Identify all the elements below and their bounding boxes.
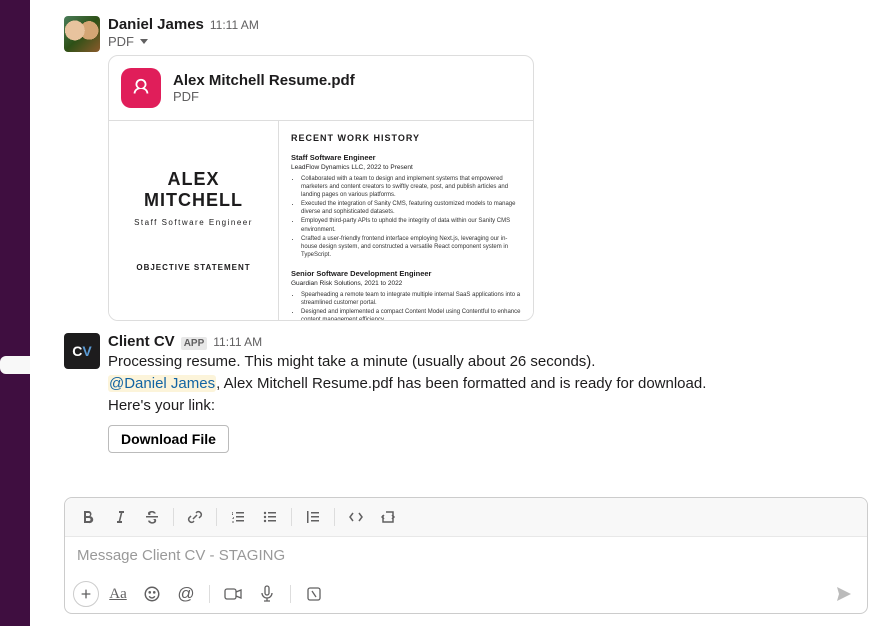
composer-actions: Aa @: [65, 575, 867, 613]
file-card-header: Alex Mitchell Resume.pdf PDF: [109, 56, 533, 120]
author-name[interactable]: Daniel James: [108, 16, 204, 33]
app-badge: APP: [181, 337, 208, 350]
avatar[interactable]: CV: [64, 333, 100, 369]
bold-button[interactable]: [73, 502, 103, 532]
toolbar-separator: [290, 585, 291, 603]
job-title: Senior Software Development Engineer: [291, 269, 521, 278]
text-line: Processing resume. This might take a min…: [108, 351, 868, 373]
ordered-list-button[interactable]: [223, 502, 253, 532]
message-text: Processing resume. This might take a min…: [108, 351, 868, 417]
text-line: Here's your link:: [108, 395, 868, 417]
code-button[interactable]: [341, 502, 371, 532]
resume-objective-label: OBJECTIVE STATEMENT: [136, 263, 250, 272]
job-subtitle: LeadFlow Dynamics LLC, 2022 to Present: [291, 164, 521, 171]
format-toggle-button[interactable]: Aa: [103, 579, 133, 609]
job-bullets: Spearheading a remote team to integrate …: [291, 291, 521, 320]
preview-left-column: ALEX MITCHELL Staff Software Engineer OB…: [109, 121, 279, 320]
mention[interactable]: @Daniel James: [108, 375, 216, 392]
main-area: Daniel James 11:11 AM PDF Alex Mitchell …: [30, 0, 888, 626]
author-name[interactable]: Client CV: [108, 333, 175, 350]
file-preview: ALEX MITCHELL Staff Software Engineer OB…: [109, 120, 533, 320]
toolbar-separator: [216, 508, 217, 526]
avatar[interactable]: [64, 16, 100, 52]
send-button[interactable]: [829, 579, 859, 609]
shortcuts-button[interactable]: [299, 579, 329, 609]
strikethrough-button[interactable]: [137, 502, 167, 532]
message-header: Client CV APP 11:11 AM: [108, 333, 868, 350]
file-sub-label: PDF: [108, 34, 134, 49]
text-line: @Daniel James, Alex Mitchell Resume.pdf …: [108, 373, 868, 395]
chevron-down-icon: [140, 39, 148, 44]
toolbar-separator: [209, 585, 210, 603]
section-heading: RECENT WORK HISTORY: [291, 133, 521, 143]
toolbar-separator: [173, 508, 174, 526]
resume-job-title: Staff Software Engineer: [134, 218, 253, 227]
formatting-toolbar: [65, 498, 867, 537]
mention-button[interactable]: @: [171, 579, 201, 609]
job-subtitle: Guardian Risk Solutions, 2021 to 2022: [291, 280, 521, 287]
message-composer: Message Client CV - STAGING Aa @: [64, 497, 868, 614]
message-row: CV Client CV APP 11:11 AM Processing res…: [64, 329, 888, 461]
message-header: Daniel James 11:11 AM: [108, 16, 868, 33]
file-subheader[interactable]: PDF: [108, 34, 868, 49]
file-info: Alex Mitchell Resume.pdf PDF: [173, 72, 355, 104]
pdf-icon: [121, 68, 161, 108]
message-body: Client CV APP 11:11 AM Processing resume…: [108, 333, 868, 453]
italic-button[interactable]: [105, 502, 135, 532]
message-list: Daniel James 11:11 AM PDF Alex Mitchell …: [64, 0, 888, 497]
toolbar-separator: [291, 508, 292, 526]
rail-tab-indicator: [0, 356, 30, 374]
audio-button[interactable]: [252, 579, 282, 609]
file-name: Alex Mitchell Resume.pdf: [173, 72, 355, 89]
timestamp: 11:11 AM: [213, 335, 262, 349]
job-bullets: Collaborated with a team to design and i…: [291, 175, 521, 259]
file-type: PDF: [173, 89, 355, 104]
file-attachment-card[interactable]: Alex Mitchell Resume.pdf PDF ALEX MITCHE…: [108, 55, 534, 321]
input-placeholder: Message Client CV - STAGING: [77, 547, 285, 564]
message-input[interactable]: Message Client CV - STAGING: [65, 537, 867, 575]
attach-button[interactable]: [73, 581, 99, 607]
message-body: Daniel James 11:11 AM PDF Alex Mitchell …: [108, 16, 868, 321]
job-title: Staff Software Engineer: [291, 153, 521, 162]
left-rail: [0, 0, 30, 626]
blockquote-button[interactable]: [298, 502, 328, 532]
emoji-button[interactable]: [137, 579, 167, 609]
link-button[interactable]: [180, 502, 210, 532]
timestamp: 11:11 AM: [210, 18, 259, 32]
code-block-button[interactable]: [373, 502, 403, 532]
video-button[interactable]: [218, 579, 248, 609]
resume-name: ALEX MITCHELL: [144, 169, 243, 210]
toolbar-separator: [334, 508, 335, 526]
message-row: Daniel James 11:11 AM PDF Alex Mitchell …: [64, 12, 888, 329]
preview-right-column: RECENT WORK HISTORY Staff Software Engin…: [279, 121, 533, 320]
download-file-button[interactable]: Download File: [108, 425, 229, 453]
bullet-list-button[interactable]: [255, 502, 285, 532]
